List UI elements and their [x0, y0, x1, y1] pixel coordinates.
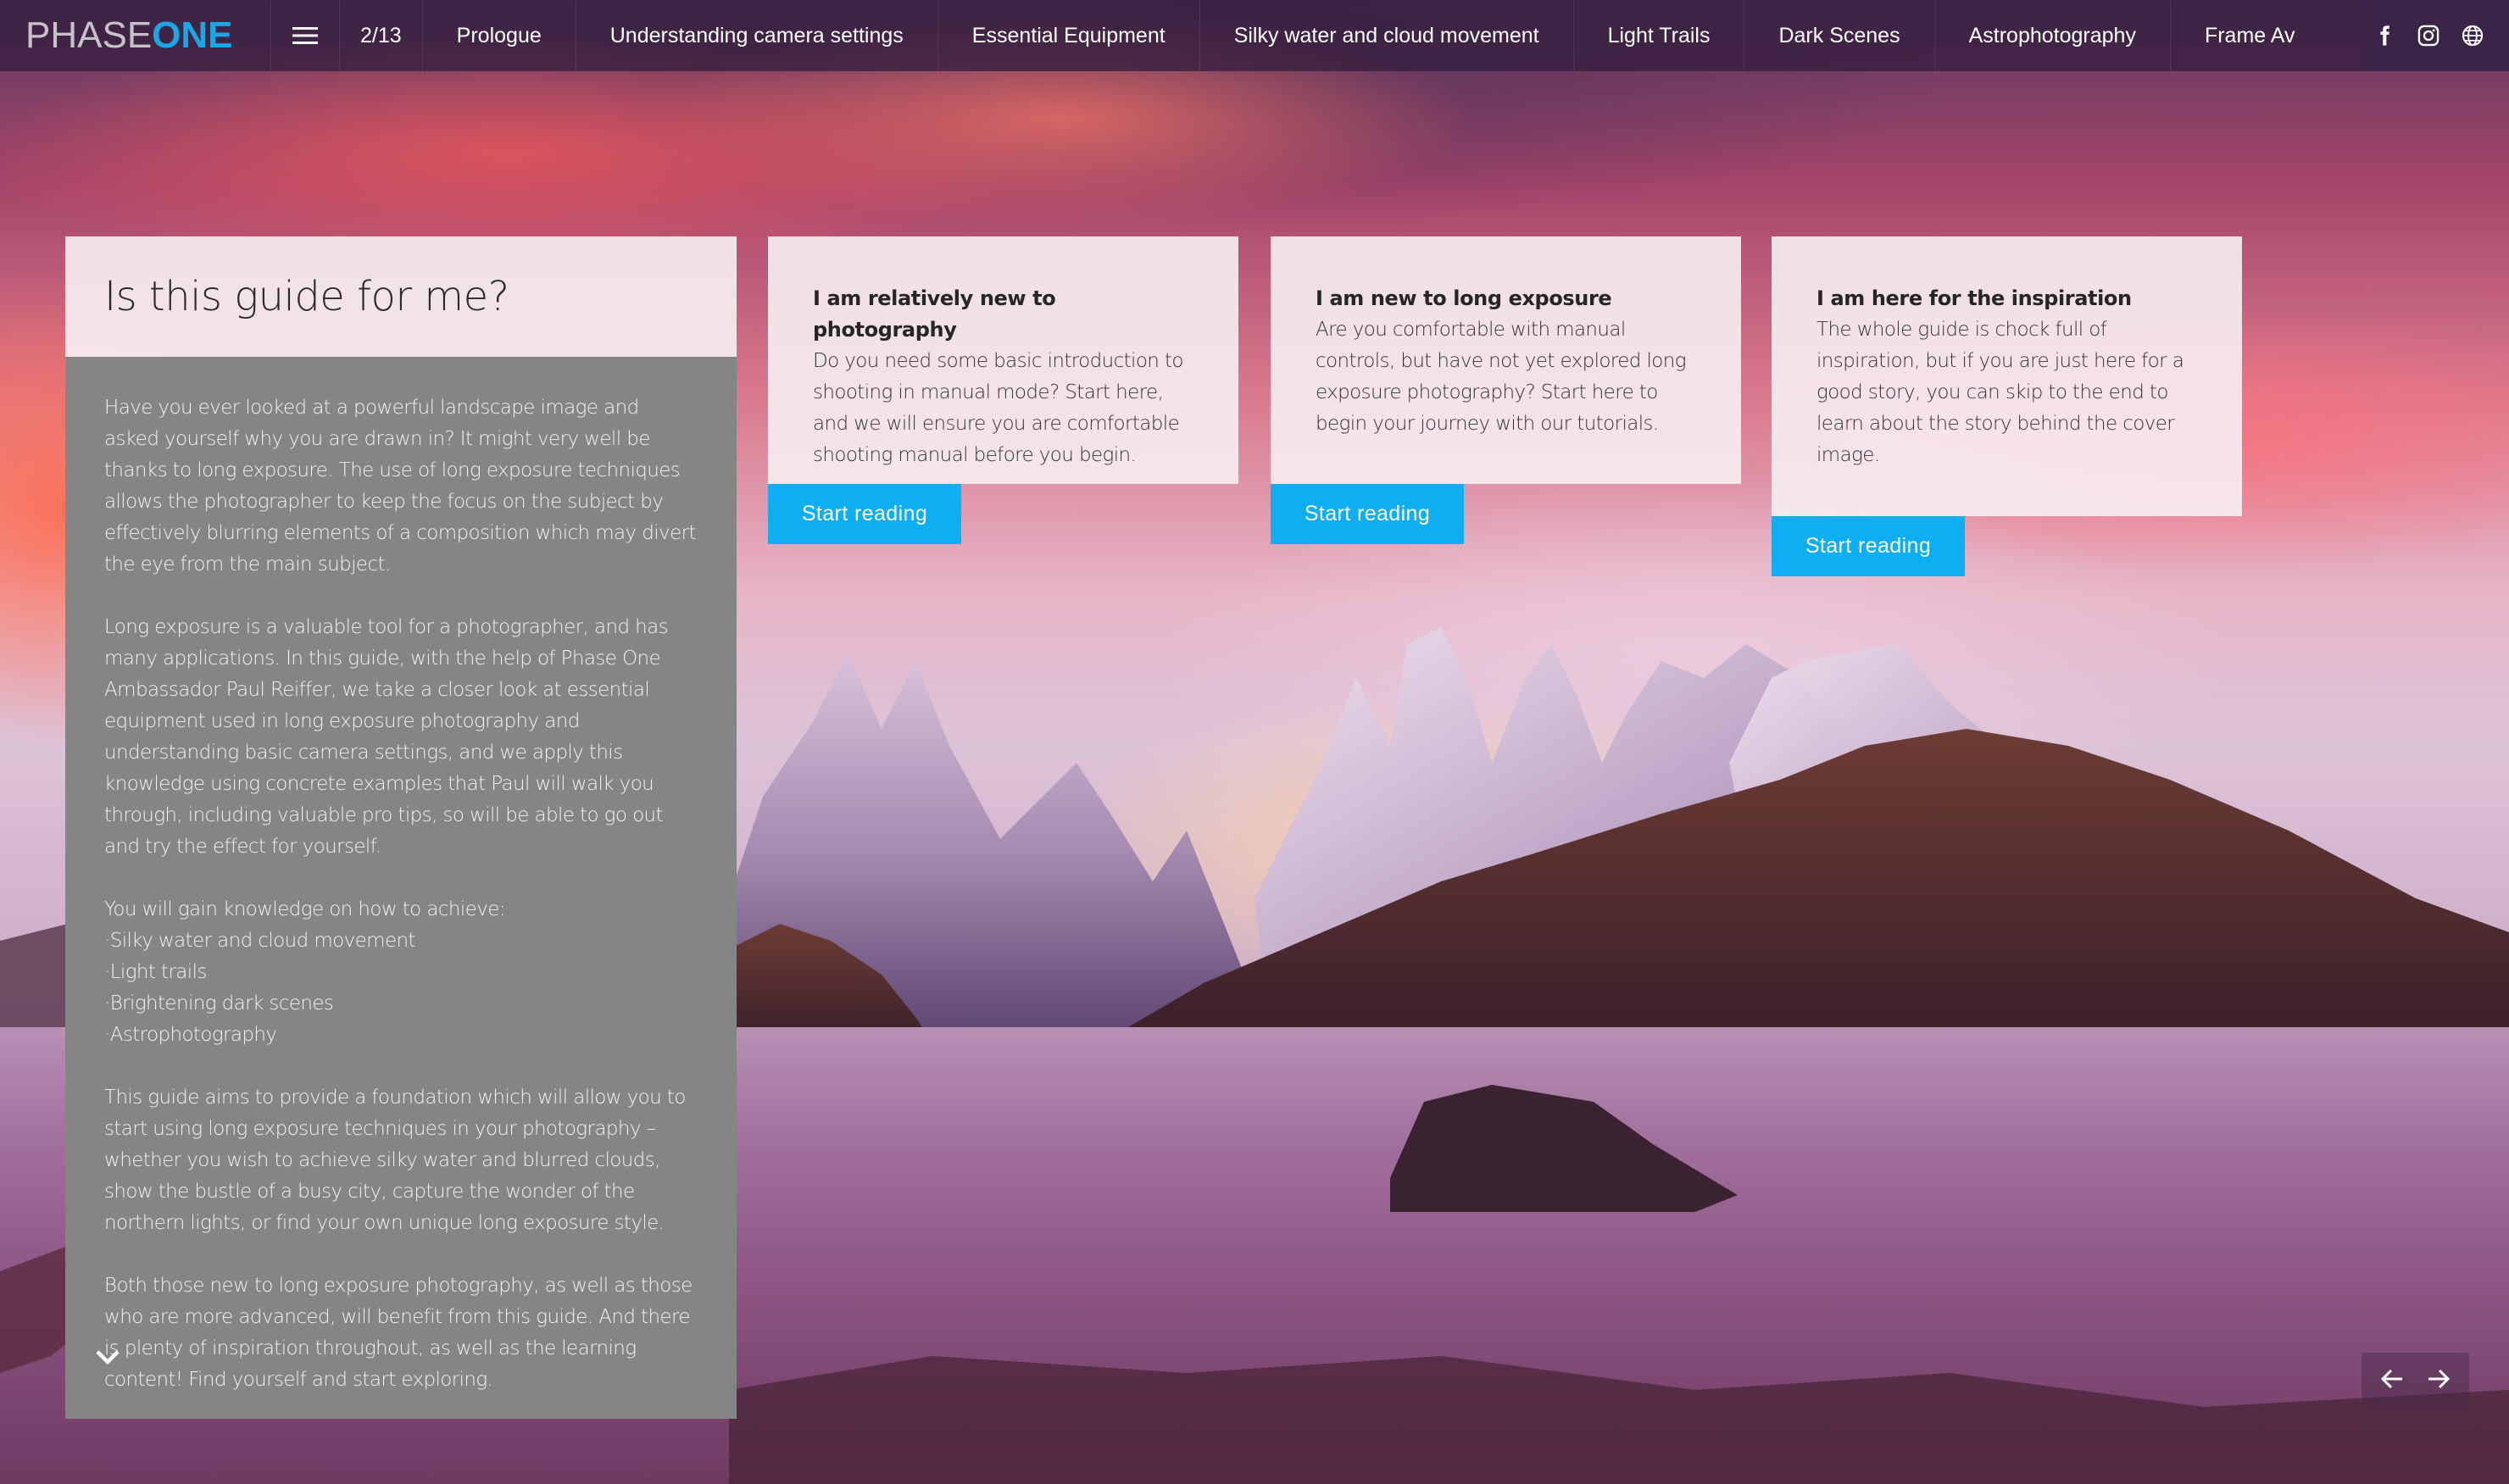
card-text: The whole guide is chock full of inspira… — [1816, 319, 2184, 466]
card-text: Do you need some basic introduction to s… — [813, 350, 1183, 466]
nav-item-essential-equipment[interactable]: Essential Equipment — [938, 0, 1200, 71]
page-navigation — [2362, 1353, 2469, 1405]
nav-item-frame-av[interactable]: Frame Av — [2171, 0, 2322, 71]
top-navigation-bar: PHASE ONE 2/13 Prologue Understanding cam… — [0, 0, 2509, 71]
card-title: I am here for the inspiration — [1816, 286, 2132, 310]
intro-list-lead: You will gain knowledge on how to achiev… — [104, 898, 506, 920]
intro-paragraph: Long exposure is a valuable tool for a p… — [104, 616, 669, 858]
nav-item-camera-settings[interactable]: Understanding camera settings — [576, 0, 938, 71]
facebook-link[interactable] — [2372, 23, 2397, 48]
card-title: I am new to long exposure — [1316, 286, 1612, 310]
intro-topic-list: Silky water and cloud movement Light tra… — [104, 925, 698, 1051]
language-link[interactable] — [2460, 23, 2485, 48]
intro-paragraph: Have you ever looked at a powerful lands… — [104, 397, 697, 575]
card-text: Are you comfortable with manual controls… — [1316, 319, 1687, 435]
logo-text-phase: PHASE — [25, 14, 153, 56]
instagram-icon — [2417, 25, 2439, 47]
audience-card-inspiration: I am here for the inspiration The whole … — [1772, 236, 2242, 576]
card-content: I am new to long exposure Are you comfor… — [1271, 236, 1741, 484]
intro-header: Is this guide for me? — [65, 236, 737, 357]
card-content: I am here for the inspiration The whole … — [1772, 236, 2242, 516]
audience-card-new-to-photography: I am relatively new to photography Do yo… — [768, 236, 1238, 544]
next-page-button[interactable] — [2427, 1368, 2451, 1390]
nav-item-light-trails[interactable]: Light Trails — [1574, 0, 1745, 71]
arrow-left-icon — [2380, 1369, 2402, 1389]
phase-one-logo[interactable]: PHASE ONE — [0, 0, 271, 71]
intro-topic-item: Light trails — [104, 957, 698, 988]
intro-paragraph: This guide aims to provide a foundation … — [104, 1087, 686, 1234]
audience-card-new-to-long-exposure: I am new to long exposure Are you comfor… — [1271, 236, 1741, 544]
chapter-nav: Prologue Understanding camera settings E… — [423, 0, 2322, 71]
intro-title: Is this guide for me? — [104, 273, 509, 320]
start-reading-button[interactable]: Start reading — [1271, 484, 1464, 544]
start-reading-button[interactable]: Start reading — [768, 484, 961, 544]
intro-body: Have you ever looked at a powerful lands… — [65, 357, 737, 1419]
start-reading-button[interactable]: Start reading — [1772, 516, 1965, 576]
facebook-icon — [2380, 25, 2389, 46]
card-title: I am relatively new to photography — [813, 286, 1056, 342]
menu-button[interactable] — [271, 0, 340, 71]
previous-page-button[interactable] — [2380, 1368, 2404, 1390]
instagram-link[interactable] — [2416, 23, 2441, 48]
nav-item-prologue[interactable]: Prologue — [423, 0, 576, 71]
card-content: I am relatively new to photography Do yo… — [768, 236, 1238, 484]
intro-paragraph: Both those new to long exposure photogra… — [104, 1275, 693, 1391]
arrow-right-icon — [2428, 1369, 2451, 1389]
intro-topic-item: Silky water and cloud movement — [104, 925, 698, 957]
nav-item-silky-water[interactable]: Silky water and cloud movement — [1200, 0, 1574, 71]
nav-item-dark-scenes[interactable]: Dark Scenes — [1744, 0, 1935, 71]
intro-panel: Is this guide for me? Have you ever look… — [65, 236, 737, 1419]
social-links — [2365, 0, 2509, 71]
intro-topic-item: Brightening dark scenes — [104, 988, 698, 1020]
globe-icon — [2462, 25, 2484, 47]
chevron-down-icon — [96, 1350, 120, 1365]
logo-text-one: ONE — [152, 14, 233, 56]
nav-item-astrophotography[interactable]: Astrophotography — [1935, 0, 2171, 71]
page-indicator: 2/13 — [340, 0, 423, 71]
hamburger-menu-icon — [292, 27, 318, 44]
scroll-down-button[interactable] — [82, 1331, 133, 1382]
intro-topic-item: Astrophotography — [104, 1020, 698, 1051]
